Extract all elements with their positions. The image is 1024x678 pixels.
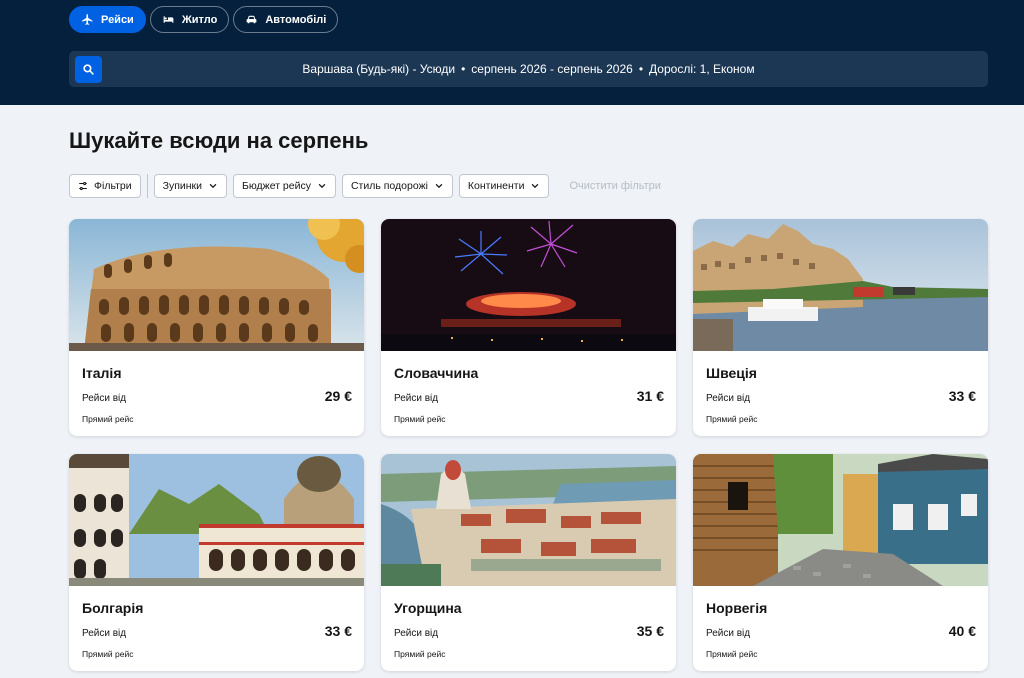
car-icon (246, 15, 257, 24)
destination-name: Угорщина (394, 600, 462, 616)
filter-bar: Фільтри Зупинки Бюджет рейсу Стиль подор… (69, 174, 661, 198)
filter-continents-label: Континенти (467, 180, 525, 192)
destination-card-slovakia[interactable]: Словаччина Рейси від 31 € Прямий рейс (381, 219, 676, 436)
destination-name: Італія (82, 365, 122, 381)
destination-card-norway[interactable]: Норвегія Рейси від 40 € Прямий рейс (693, 454, 988, 671)
price-from-label: Рейси від (394, 628, 439, 639)
destination-price: 33 € (948, 388, 976, 404)
chevron-down-icon (532, 183, 539, 189)
destination-image (693, 454, 988, 586)
bed-icon (163, 16, 174, 23)
destination-card-sweden[interactable]: Швеція Рейси від 33 € Прямий рейс (693, 219, 988, 436)
direct-flight-label: Прямий рейс (394, 649, 446, 659)
separator-dot: • (638, 62, 644, 76)
filter-stops-label: Зупинки (162, 180, 203, 192)
direct-flight-label: Прямий рейс (82, 649, 134, 659)
destination-price: 33 € (324, 623, 352, 639)
tab-hotels[interactable]: Житло (149, 6, 230, 33)
chevron-down-icon (209, 183, 217, 189)
search-button[interactable] (75, 56, 102, 83)
price-from-label: Рейси від (706, 628, 751, 639)
search-icon (83, 64, 94, 75)
destination-name: Болгарія (82, 600, 144, 616)
tab-cars-label: Автомобілі (265, 13, 327, 26)
filter-travel-style-label: Стиль подорожі (350, 180, 428, 192)
tab-flights-label: Рейси (101, 13, 134, 26)
filter-budget[interactable]: Бюджет рейсу (233, 174, 336, 198)
price-from-label: Рейси від (706, 393, 751, 404)
tab-cars[interactable]: Автомобілі (233, 6, 339, 33)
direct-flight-label: Прямий рейс (706, 649, 758, 659)
destination-card-hungary[interactable]: Угорщина Рейси від 35 € Прямий рейс (381, 454, 676, 671)
direct-flight-label: Прямий рейс (706, 414, 758, 424)
plane-icon (82, 14, 93, 25)
filter-stops[interactable]: Зупинки (153, 174, 228, 198)
price-from-label: Рейси від (82, 393, 127, 404)
chevron-down-icon (318, 183, 326, 189)
search-origin: Варшава (Будь-які) - Усюди (302, 62, 456, 76)
destination-name: Норвегія (706, 600, 768, 616)
destination-name: Швеція (706, 365, 757, 381)
search-dates: серпень 2026 - серпень 2026 (471, 62, 633, 76)
tab-hotels-label: Житло (181, 13, 218, 26)
clear-filters-link[interactable]: Очистити фільтри (569, 180, 660, 192)
top-header: Рейси Житло Автомобілі Варшава (Будь-які… (0, 0, 1024, 105)
destination-card-italy[interactable]: Італія Рейси від 29 € Прямий рейс (69, 219, 364, 436)
search-summary-text: Варшава (Будь-які) - Усюди • серпень 2026 … (69, 51, 988, 87)
price-from-label: Рейси від (394, 393, 439, 404)
direct-flight-label: Прямий рейс (82, 414, 134, 424)
destination-image (381, 454, 676, 586)
separator-dot: • (461, 62, 466, 76)
tab-flights[interactable]: Рейси (69, 6, 146, 33)
destination-price: 29 € (324, 388, 352, 404)
destination-price: 40 € (948, 623, 976, 639)
destination-image (381, 219, 676, 351)
chevron-down-icon (435, 183, 443, 189)
destination-name: Словаччина (394, 365, 479, 381)
destination-image (693, 219, 988, 351)
filter-travel-style[interactable]: Стиль подорожі (341, 174, 453, 198)
search-passengers: Дорослі: 1, Економ (649, 62, 755, 76)
price-from-label: Рейси від (82, 628, 127, 639)
destination-price: 35 € (636, 623, 664, 639)
destination-image (69, 219, 364, 351)
destination-card-bulgaria[interactable]: Болгарія Рейси від 33 € Прямий рейс (69, 454, 364, 671)
search-summary-bar[interactable]: Варшава (Будь-які) - Усюди • серпень 2026 … (69, 51, 988, 87)
direct-flight-label: Прямий рейс (394, 414, 446, 424)
filters-button[interactable]: Фільтри (69, 174, 141, 198)
filters-button-label: Фільтри (94, 180, 132, 192)
filter-divider (146, 174, 148, 198)
destination-image (69, 454, 364, 586)
filter-continents[interactable]: Континенти (458, 174, 550, 198)
destination-price: 31 € (636, 388, 664, 404)
product-tabs: Рейси Житло Автомобілі (69, 6, 339, 33)
page-title: Шукайте всюди на серпень (69, 128, 369, 153)
sliders-icon (79, 181, 87, 191)
filter-budget-label: Бюджет рейсу (242, 180, 311, 192)
